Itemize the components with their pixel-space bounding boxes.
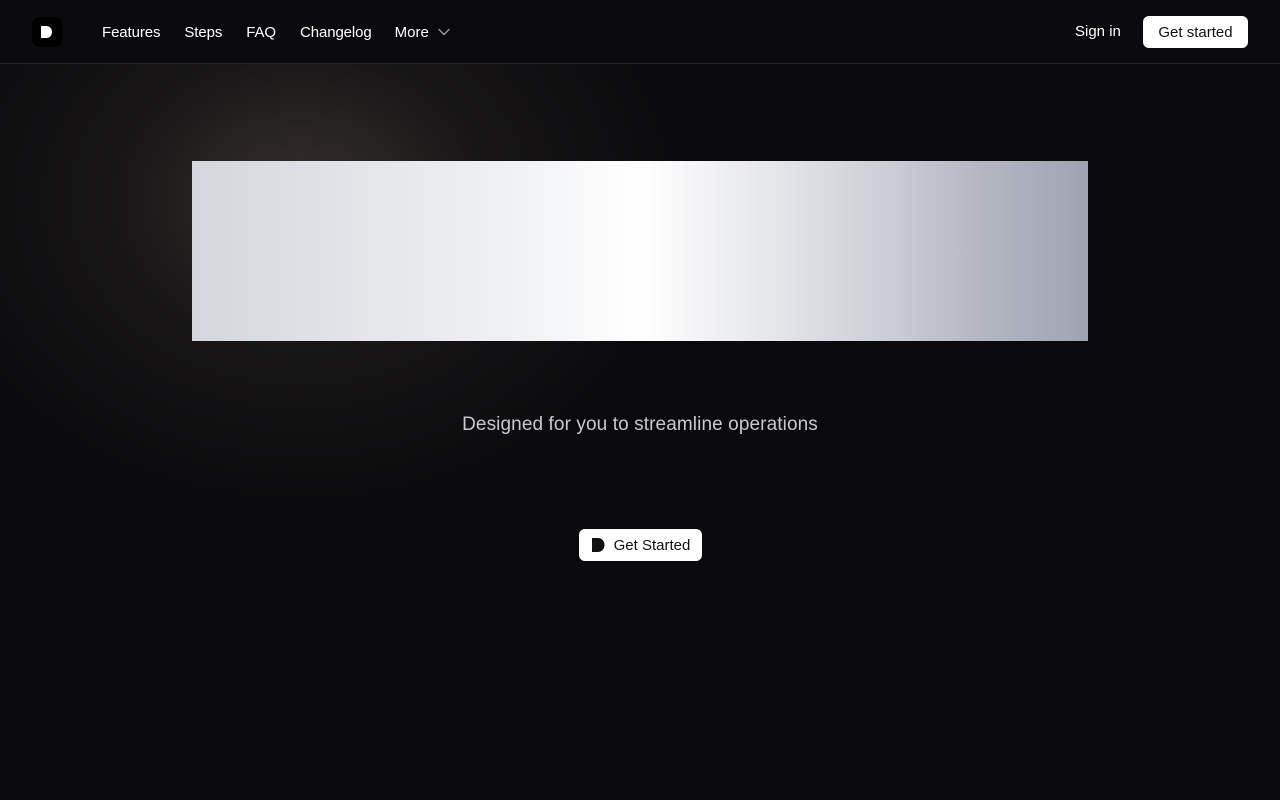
- landing-page: Features Steps FAQ Changelog More Sign i…: [0, 0, 1280, 800]
- brand-d-logo-icon: [591, 538, 606, 552]
- hero-tagline: Designed for you to streamline operation…: [462, 414, 818, 435]
- nav-links: Features Steps FAQ Changelog More: [102, 0, 450, 64]
- get-started-nav-label: Get started: [1158, 23, 1233, 41]
- chevron-down-icon: [438, 28, 450, 36]
- nav-link-steps[interactable]: Steps: [184, 24, 222, 41]
- nav-more-label: More: [394, 23, 429, 41]
- top-nav: Features Steps FAQ Changelog More Sign i…: [0, 0, 1280, 64]
- get-started-cta-button[interactable]: Get Started: [579, 529, 702, 561]
- hero-gradient-banner: [192, 161, 1088, 341]
- nav-more-dropdown[interactable]: More: [395, 24, 450, 41]
- brand-logo[interactable]: [32, 17, 62, 47]
- get-started-cta-label: Get Started: [613, 536, 691, 554]
- get-started-nav-button[interactable]: Get started: [1143, 16, 1248, 48]
- nav-link-changelog[interactable]: Changelog: [300, 24, 372, 41]
- brand-d-logo-icon: [40, 26, 54, 38]
- sign-in-link[interactable]: Sign in: [1075, 23, 1121, 40]
- nav-link-features[interactable]: Features: [102, 24, 161, 41]
- nav-link-faq[interactable]: FAQ: [246, 24, 276, 41]
